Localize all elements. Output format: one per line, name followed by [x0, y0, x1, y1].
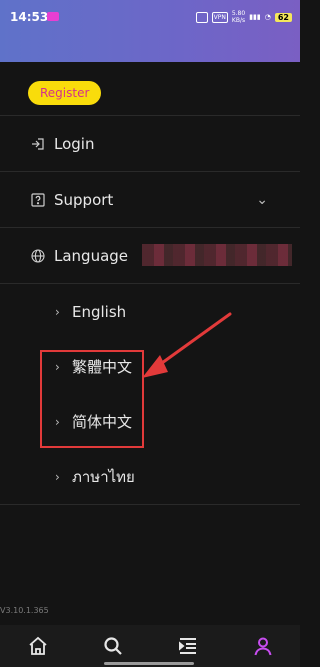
mute-icon [195, 11, 208, 23]
globe-icon [30, 248, 46, 264]
register-button[interactable]: Register [28, 81, 102, 105]
annotation-box [40, 350, 144, 448]
search-icon [103, 637, 122, 655]
app-version: V3.10.1.365 [0, 606, 49, 615]
chevron-right-icon: › [55, 304, 60, 319]
menu-item-login[interactable]: Login [0, 116, 300, 172]
language-label: English [72, 302, 127, 321]
status-icons: VPN 5.80 KB/s ▮▮▮ ◔ 62 [195, 10, 292, 24]
wifi-icon: ◔ [264, 13, 271, 21]
help-icon [30, 192, 46, 208]
status-time: 14:53 [10, 10, 49, 24]
menu-item-support[interactable]: Support ⌄ [0, 172, 300, 228]
redacted-value [142, 244, 292, 266]
menu-item-label: Login [54, 134, 95, 153]
language-option-thai[interactable]: › ภาษาไทย [0, 449, 300, 505]
vpn-badge: VPN [211, 11, 228, 23]
bottom-tab-bar [0, 625, 300, 667]
network-speed: 5.80 KB/s [232, 10, 245, 24]
network-speed-unit: KB/s [231, 17, 246, 24]
home-icon [28, 636, 47, 655]
chevron-right-icon: › [55, 469, 60, 484]
tab-profile[interactable] [243, 630, 283, 662]
status-bar: 14:53 VPN 5.80 KB/s ▮▮▮ ◔ 62 [0, 0, 300, 62]
tab-menu[interactable] [168, 630, 208, 662]
signal-icon: ▮▮▮ [249, 13, 261, 21]
language-option-english[interactable]: › English [0, 284, 300, 339]
register-section: Register [0, 62, 300, 116]
menu-item-label: Support [54, 190, 114, 209]
tab-home[interactable] [18, 630, 58, 662]
login-icon [30, 136, 46, 152]
menu-item-language[interactable]: Language [0, 228, 300, 284]
menu-list-icon [178, 638, 196, 654]
tab-search[interactable] [93, 630, 133, 662]
language-label: ภาษาไทย [72, 467, 135, 486]
menu-item-label: Language [54, 246, 129, 265]
app-notification-icon [47, 12, 59, 21]
profile-icon [254, 637, 271, 656]
home-indicator [104, 662, 194, 665]
chevron-down-icon[interactable]: ⌄ [256, 192, 268, 208]
battery-indicator: 62 [274, 12, 292, 22]
network-speed-value: 5.80 [231, 10, 246, 17]
